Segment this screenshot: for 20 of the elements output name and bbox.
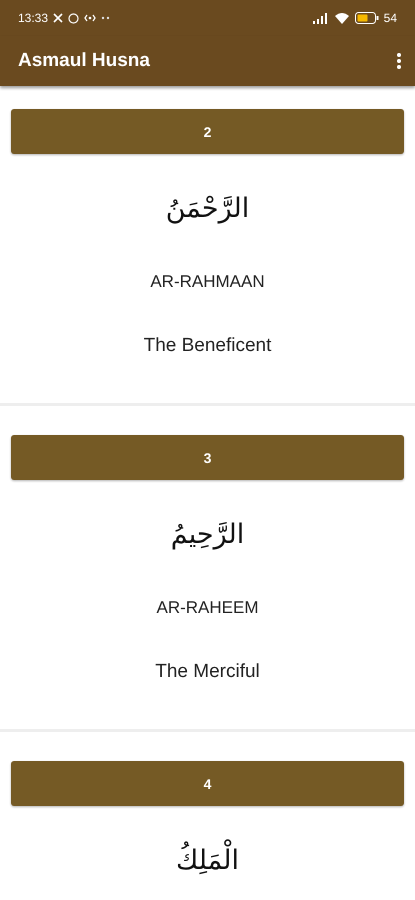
arabic-name: الرَّحِيمُ — [170, 518, 246, 552]
signal-icon — [312, 12, 329, 24]
arabic-name: الْمَلِكُ — [170, 835, 246, 887]
battery-percent: 54 — [384, 11, 397, 25]
transliteration: AR-RAHMAAN — [150, 272, 265, 292]
number-header: 3 — [11, 435, 404, 480]
arabic-name: الرَّحْمَنُ — [164, 192, 250, 226]
menu-icon — [397, 53, 401, 69]
number-header: 4 — [11, 761, 404, 806]
battery-icon — [354, 12, 379, 24]
number-header: 2 — [11, 109, 404, 154]
status-time: 13:33 — [18, 11, 48, 25]
transliteration: AR-RAHEEM — [156, 598, 258, 618]
wifi-icon — [334, 12, 350, 24]
more-notifications-icon — [101, 16, 112, 20]
app-title: Asmaul Husna — [18, 50, 151, 72]
x-icon — [53, 13, 64, 23]
meaning: The Merciful — [155, 661, 260, 683]
cast-icon — [84, 14, 96, 22]
meaning: The Beneficent — [144, 335, 272, 357]
